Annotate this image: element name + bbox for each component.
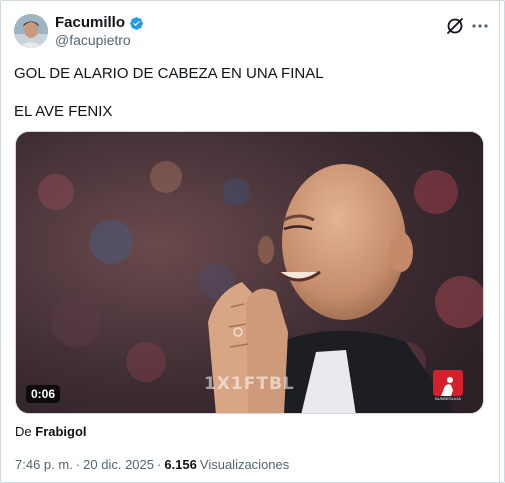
video-player[interactable]: 1X1FTBL BUNDESLIGA 0:06 [15, 131, 484, 414]
author-name-row[interactable]: Facumillo [55, 14, 144, 32]
separator: · [157, 457, 162, 472]
more-horizontal-icon[interactable] [470, 16, 490, 36]
tweet-date[interactable]: 20 dic. 2025 [83, 457, 154, 473]
divider [499, 0, 500, 483]
broadcaster-caption: BUNDESLIGA [435, 396, 461, 401]
author-display-name[interactable]: Facumillo [55, 14, 125, 32]
source-account-link[interactable]: Frabigol [35, 424, 86, 439]
tweet-metadata: 7:46 p. m. · 20 dic. 2025 · 6.156 Visual… [15, 457, 289, 473]
tweet-time[interactable]: 7:46 p. m. [15, 457, 73, 473]
tweet-text-line: GOL DE ALARIO DE CABEZA EN UNA FINAL [14, 65, 324, 82]
avatar-photo-icon [14, 14, 48, 48]
views-count: 6.156 [164, 457, 197, 472]
bundesliga-logo-icon [433, 370, 463, 396]
author-handle[interactable]: @facupietro [55, 32, 131, 49]
grok-icon[interactable] [445, 16, 465, 36]
views-label: Visualizaciones [199, 457, 290, 472]
video-watermark: 1X1FTBL [204, 374, 295, 394]
source-prefix: De [15, 424, 32, 439]
tweet-text: GOL DE ALARIO DE CABEZA EN UNA FINAL EL … [14, 64, 484, 121]
tweet-text-line: EL AVE FENIX [14, 103, 113, 120]
video-frame-image [16, 132, 483, 413]
verified-badge-icon [130, 16, 143, 30]
video-duration-badge: 0:06 [26, 385, 61, 403]
separator: · [75, 457, 81, 472]
media-source-attribution: De Frabigol [15, 424, 87, 440]
avatar[interactable] [14, 14, 48, 48]
